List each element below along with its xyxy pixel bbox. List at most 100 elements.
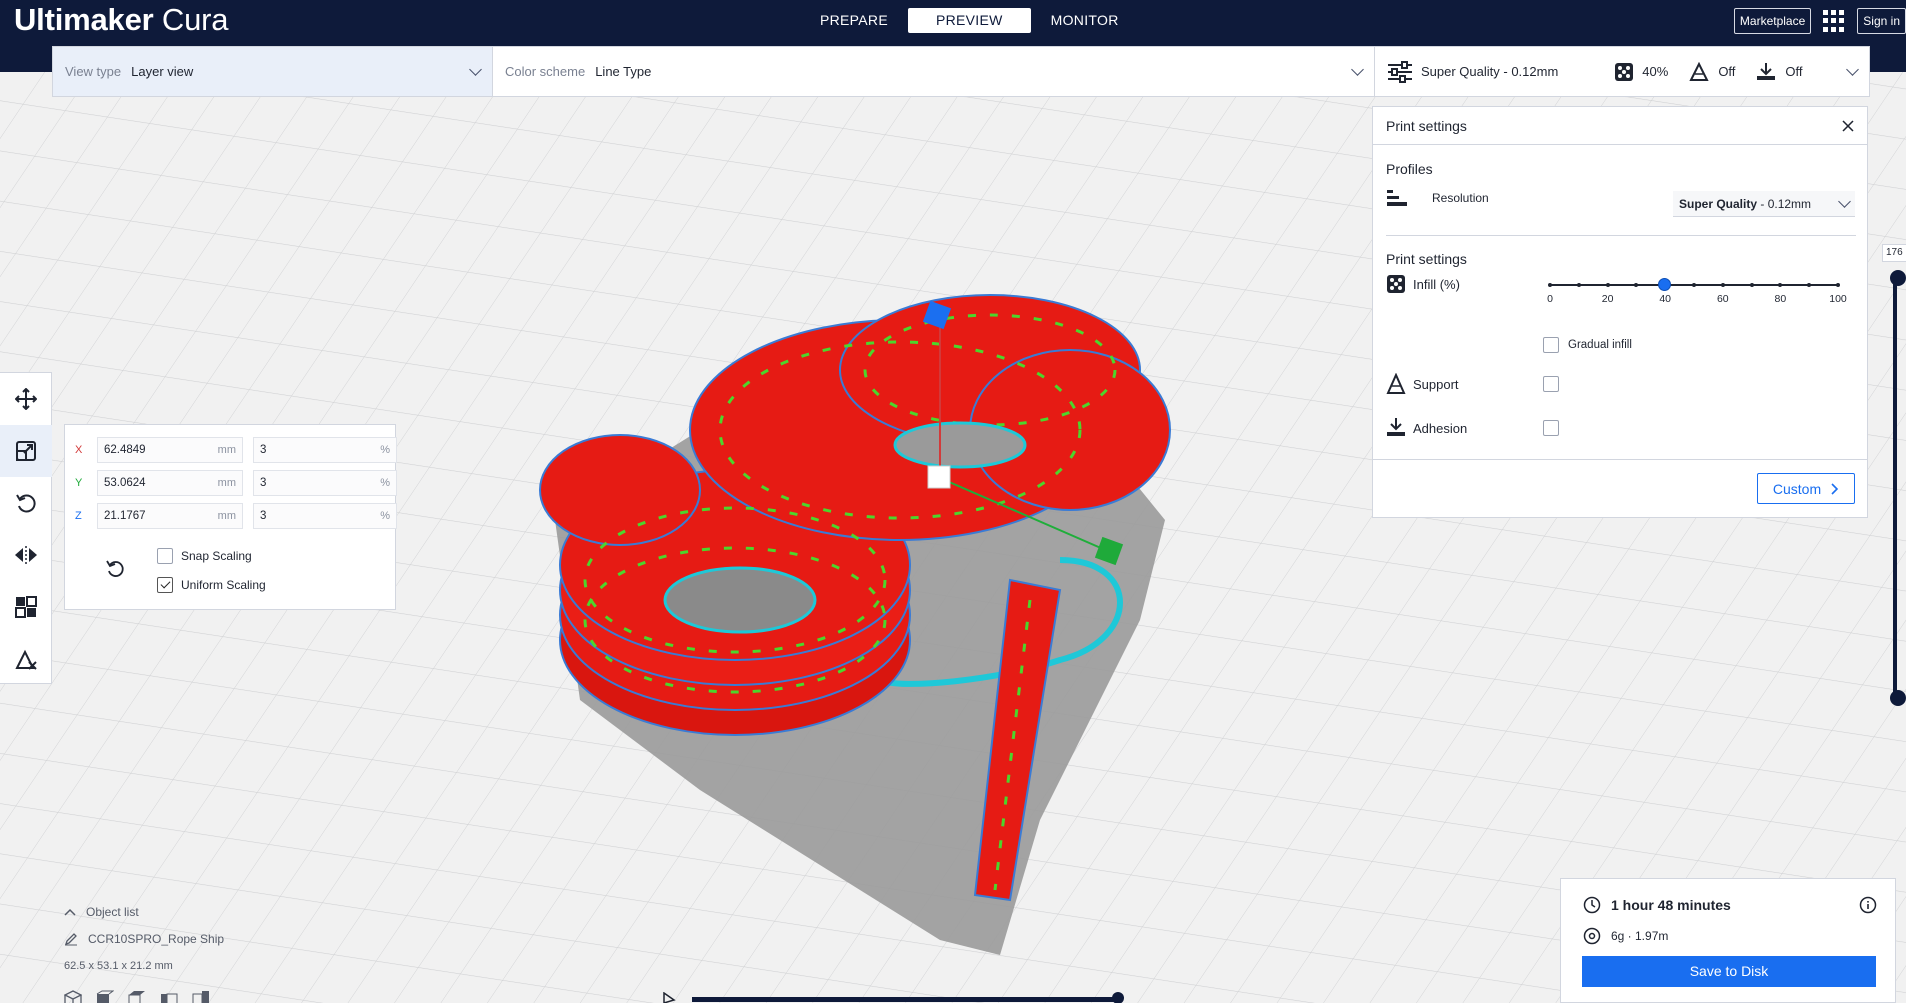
chevron-right-icon: [1831, 482, 1839, 495]
view-type-value: Layer view: [131, 64, 194, 79]
support-checkbox[interactable]: [1543, 376, 1559, 392]
infill-tick-label: 60: [1716, 293, 1729, 305]
infill-tick-label: 100: [1829, 293, 1847, 305]
uniform-scaling-checkbox[interactable]: [157, 577, 173, 593]
reset-scale-button[interactable]: [105, 557, 127, 582]
adhesion-checkbox[interactable]: [1543, 420, 1559, 436]
view-3d-icon[interactable]: [64, 989, 82, 1003]
support-icon: [1386, 373, 1406, 394]
move-tool-button[interactable]: [0, 373, 52, 425]
infill-slider[interactable]: 0 20 40 60 80 100: [1547, 275, 1847, 305]
gradual-infill-checkbox[interactable]: [1543, 337, 1559, 353]
tab-prepare[interactable]: PREPARE: [800, 8, 908, 33]
y-size-input[interactable]: 53.0624 mm: [97, 470, 243, 496]
object-list: Object list CCR10SPRO_Rope Ship 62.5 x 5…: [64, 898, 224, 1003]
z-size-value: 21.1767: [104, 510, 146, 522]
support-blocker-button[interactable]: [0, 633, 52, 685]
chevron-down-icon: [1351, 62, 1364, 76]
print-settings-panel: Print settings Profiles Resolution Super…: [1372, 106, 1868, 518]
layer-slider-lower-handle[interactable]: [1890, 690, 1906, 706]
resolution-value-rest: - 0.12mm: [1757, 196, 1812, 211]
infill-tick-mark: [1778, 283, 1783, 287]
object-list-item[interactable]: CCR10SPRO_Rope Ship: [64, 925, 224, 952]
tab-preview[interactable]: PREVIEW: [907, 8, 1031, 33]
pencil-icon: [64, 932, 77, 945]
path-slider[interactable]: [660, 992, 1130, 1003]
color-scheme-label: Color scheme: [505, 64, 586, 79]
layer-slider-track: [1893, 272, 1897, 692]
infill-icon: [1387, 275, 1405, 293]
rotate-tool-button[interactable]: [0, 477, 52, 529]
view-type-dropdown[interactable]: View type Layer view: [53, 47, 493, 96]
unit-mm: mm: [217, 444, 236, 456]
infill-tick-label: 40: [1659, 293, 1672, 305]
layer-slider-upper-handle[interactable]: [1890, 270, 1906, 286]
object-dimensions: 62.5 x 53.1 x 21.2 mm: [64, 959, 173, 972]
z-percent-input[interactable]: 3%: [253, 503, 397, 529]
snap-scaling-checkbox[interactable]: [157, 548, 173, 564]
unit-mm: mm: [217, 477, 236, 489]
path-slider-handle[interactable]: [1112, 992, 1124, 1003]
view-right-icon[interactable]: [192, 990, 210, 1003]
clock-icon: [1583, 896, 1601, 914]
marketplace-button[interactable]: Marketplace: [1733, 8, 1812, 34]
chevron-down-icon: [1838, 194, 1851, 208]
support-icon: [1689, 61, 1709, 81]
scale-tool-button[interactable]: [0, 425, 52, 477]
y-percent-input[interactable]: 3%: [253, 470, 397, 496]
object-list-toggle[interactable]: Object list: [64, 898, 224, 925]
support-label: Support: [1413, 376, 1459, 392]
layer-number-input[interactable]: 176: [1882, 244, 1906, 262]
move-icon: [15, 388, 37, 410]
unit-percent: %: [380, 444, 390, 456]
y-percent-value: 3: [260, 477, 267, 489]
close-icon[interactable]: [1842, 119, 1854, 132]
scale-handle-center: [927, 465, 951, 489]
y-axis-label: Y: [75, 477, 83, 489]
color-scheme-dropdown[interactable]: Color scheme Line Type: [493, 47, 1375, 96]
signin-button[interactable]: Sign in: [1857, 8, 1906, 34]
object-name: CCR10SPRO_Rope Ship: [88, 931, 225, 946]
print-estimate-panel: 1 hour 48 minutes 6g · 1.97m Save to Dis…: [1560, 878, 1896, 1003]
infill-tick-mark: [1836, 283, 1840, 287]
x-percent-value: 3: [260, 444, 267, 456]
material-estimate: 6g · 1.97m: [1611, 929, 1669, 943]
infill-minor-tick: [1634, 283, 1639, 287]
adhesion-summary: Off: [1785, 64, 1803, 79]
custom-button[interactable]: Custom: [1757, 473, 1855, 504]
profiles-heading: Profiles: [1386, 161, 1433, 177]
z-size-input[interactable]: 21.1767 mm: [97, 503, 243, 529]
infill-slider-handle[interactable]: [1658, 278, 1672, 291]
mirror-tool-button[interactable]: [0, 529, 52, 581]
per-model-settings-button[interactable]: [0, 581, 52, 633]
resolution-dropdown[interactable]: Super Quality - 0.12mm: [1673, 191, 1855, 217]
snap-scaling-label: Snap Scaling: [181, 549, 252, 563]
infill-tick-label: 80: [1774, 293, 1787, 305]
view-top-icon[interactable]: [128, 990, 146, 1003]
custom-button-label: Custom: [1772, 480, 1822, 497]
object-list-title: Object list: [86, 904, 139, 919]
divider: [1373, 459, 1867, 460]
print-setup-selector[interactable]: Super Quality - 0.12mm 40% Off Off: [1375, 47, 1869, 96]
info-icon[interactable]: [1859, 896, 1877, 914]
view-type-label: View type: [65, 64, 122, 79]
adhesion-icon: [1387, 418, 1405, 436]
view-left-icon[interactable]: [160, 990, 178, 1003]
play-icon[interactable]: [662, 992, 678, 1003]
view-front-icon[interactable]: [96, 990, 114, 1003]
chevron-up-icon: [64, 908, 76, 916]
x-percent-input[interactable]: 3%: [253, 437, 397, 463]
tab-monitor[interactable]: MONITOR: [1031, 8, 1139, 33]
save-to-disk-button[interactable]: Save to Disk: [1582, 956, 1876, 987]
x-size-input[interactable]: 62.4849 mm: [97, 437, 243, 463]
infill-minor-tick: [1692, 283, 1696, 287]
layer-slider[interactable]: 176: [1882, 244, 1906, 706]
scale-icon: [16, 441, 36, 461]
support-summary: Off: [1718, 64, 1736, 79]
adhesion-icon: [1757, 62, 1776, 80]
spool-icon: [1583, 927, 1601, 945]
apps-grid-icon[interactable]: [1823, 10, 1845, 32]
infill-tick-label: 0: [1547, 293, 1553, 305]
scale-tool-panel: X 62.4849 mm 3% Y 53.0624 mm 3% Z 21.1767 m…: [64, 424, 397, 610]
resolution-value-bold: Super Quality: [1679, 196, 1758, 211]
